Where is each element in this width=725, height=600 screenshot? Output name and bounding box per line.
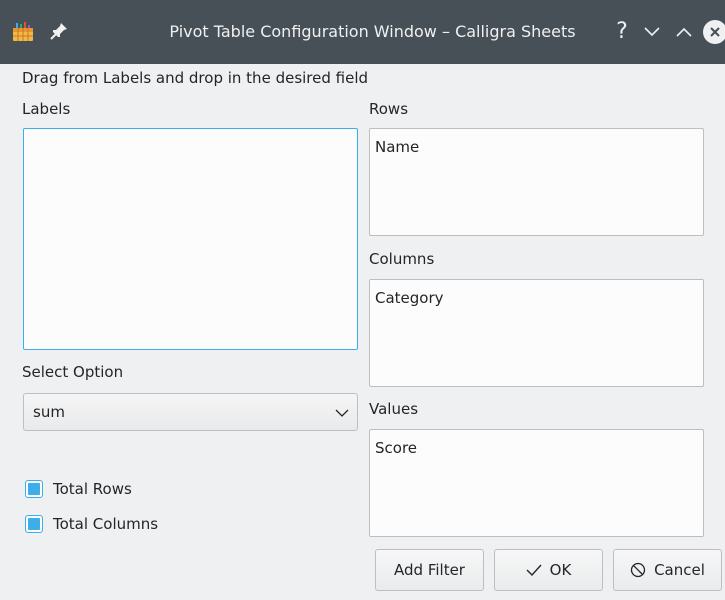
cancel-label: Cancel: [654, 561, 705, 579]
columns-heading: Columns: [369, 250, 435, 268]
total-rows-option[interactable]: Total Rows: [25, 479, 132, 499]
chevron-down-icon: [644, 27, 660, 37]
total-columns-label: Total Columns: [53, 515, 159, 533]
columns-list[interactable]: Category: [369, 279, 704, 387]
total-columns-option[interactable]: Total Columns: [25, 514, 158, 534]
columns-list-item[interactable]: Category: [375, 289, 444, 307]
values-heading: Values: [369, 400, 419, 418]
checkmark-icon: [526, 564, 542, 576]
help-button[interactable]: ?: [610, 20, 634, 44]
pivot-table-dialog: Pivot Table Configuration Window – Calli…: [0, 0, 725, 600]
ok-button[interactable]: OK: [494, 549, 603, 591]
aggregation-select[interactable]: sum: [23, 393, 358, 431]
ok-label: OK: [549, 561, 572, 579]
values-list[interactable]: Score: [369, 429, 704, 537]
chevron-down-icon: [335, 409, 349, 417]
add-filter-button[interactable]: Add Filter: [375, 549, 484, 591]
values-list-item[interactable]: Score: [375, 439, 417, 457]
title-bar[interactable]: Pivot Table Configuration Window – Calli…: [0, 0, 725, 64]
rows-list-item[interactable]: Name: [375, 138, 419, 156]
close-icon: [710, 27, 720, 37]
select-option-heading: Select Option: [22, 363, 124, 381]
close-button[interactable]: [703, 20, 725, 44]
total-rows-label: Total Rows: [53, 480, 132, 498]
labels-heading: Labels: [22, 100, 71, 118]
chevron-up-icon: [676, 27, 692, 37]
maximize-button[interactable]: [672, 20, 696, 44]
labels-list[interactable]: [23, 128, 358, 350]
total-columns-checkbox[interactable]: [25, 515, 43, 533]
cancel-icon: [630, 562, 646, 578]
add-filter-label: Add Filter: [394, 561, 465, 579]
rows-list[interactable]: Name: [369, 128, 704, 236]
aggregation-select-value: sum: [33, 403, 65, 421]
cancel-button[interactable]: Cancel: [613, 549, 722, 591]
rows-heading: Rows: [369, 100, 409, 118]
minimize-button[interactable]: [640, 20, 664, 44]
drag-hint-text: Drag from Labels and drop in the desired…: [22, 69, 369, 87]
total-rows-checkbox[interactable]: [25, 480, 43, 498]
